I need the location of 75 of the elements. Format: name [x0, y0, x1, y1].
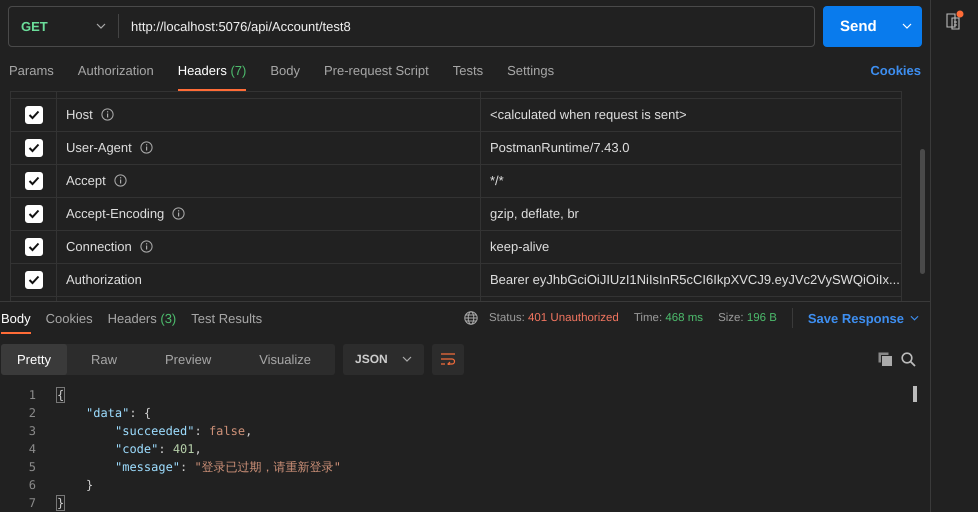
header-key: User-Agent	[66, 140, 132, 155]
header-checkbox[interactable]	[24, 172, 42, 190]
line-number: 2	[28, 406, 36, 420]
line-number: 6	[28, 478, 36, 492]
line-number: 1	[28, 388, 36, 402]
header-key: Accept	[66, 173, 106, 188]
scrollbar[interactable]	[920, 148, 925, 274]
check-icon	[28, 142, 40, 152]
header-key: Host	[66, 107, 93, 122]
code-line: "message": "登录已过期，请重新登录"	[115, 458, 341, 476]
header-value: */*	[490, 173, 504, 188]
request-tab[interactable]: Pre-request Script	[324, 50, 429, 90]
check-icon	[28, 208, 40, 218]
code-line: }	[57, 496, 64, 510]
search-icon[interactable]	[901, 352, 916, 367]
line-number: 4	[28, 442, 36, 456]
chevron-down-icon	[902, 23, 912, 30]
method-dropdown[interactable]: GET	[9, 14, 119, 38]
format-dropdown[interactable]: JSON	[343, 344, 424, 375]
response-tab[interactable]: Cookies	[46, 302, 93, 334]
header-key: Authorization	[66, 272, 142, 287]
chevron-down-icon	[910, 315, 919, 322]
response-tab[interactable]: Body	[1, 302, 31, 334]
request-tab[interactable]: Settings	[507, 50, 554, 90]
header-value: <calculated when request is sent>	[490, 107, 687, 122]
header-key: Connection	[66, 239, 132, 254]
wrap-lines-button[interactable]	[432, 344, 464, 375]
wrap-lines-icon	[440, 353, 456, 366]
header-key: Accept-Encoding	[66, 206, 164, 221]
chevron-down-icon	[96, 23, 106, 30]
header-checkbox[interactable]	[24, 204, 42, 222]
header-value: PostmanRuntime/7.43.0	[490, 140, 630, 155]
request-tab[interactable]: Authorization	[78, 50, 154, 90]
cookies-link[interactable]: Cookies	[870, 50, 921, 90]
url-field[interactable]: GET http://localhost:5076/api/Account/test8	[8, 6, 815, 47]
check-icon	[28, 110, 40, 120]
header-value: gzip, deflate, br	[490, 206, 579, 221]
header-checkbox[interactable]	[24, 238, 42, 256]
check-icon	[28, 242, 40, 252]
request-tab[interactable]: Body	[270, 50, 300, 90]
header-checkbox[interactable]	[24, 106, 42, 124]
save-response-button[interactable]: Save Response	[808, 310, 919, 326]
header-checkbox[interactable]	[24, 138, 42, 156]
header-checkbox[interactable]	[24, 270, 42, 288]
response-meta: Size: 196 B	[718, 312, 777, 324]
copy-icon[interactable]	[878, 352, 893, 367]
code-line: "succeeded": false,	[115, 424, 252, 438]
documents-icon[interactable]	[944, 10, 966, 32]
header-value: keep-alive	[490, 239, 550, 254]
check-icon	[28, 274, 40, 284]
response-tab[interactable]: Headers (3)	[108, 302, 176, 334]
globe-icon	[464, 311, 478, 326]
code-line: "data": {	[86, 406, 152, 420]
request-tab[interactable]: Params	[9, 50, 54, 90]
request-tab[interactable]: Headers (7)	[178, 50, 246, 90]
request-tab[interactable]: Tests	[452, 50, 484, 90]
scrollbar[interactable]	[913, 386, 917, 402]
view-mode-tab[interactable]: Pretty	[1, 344, 67, 375]
response-meta: Status: 401 Unauthorized	[489, 312, 619, 324]
view-mode-tab[interactable]: Visualize	[235, 344, 336, 375]
line-number: 7	[28, 496, 36, 510]
code-line: {	[57, 388, 64, 402]
line-number: 3	[28, 424, 36, 438]
code-line: "code": 401,	[115, 442, 202, 456]
send-button[interactable]: Send	[823, 6, 922, 47]
chevron-down-icon	[402, 356, 412, 362]
view-mode-tab[interactable]: Raw	[66, 344, 141, 375]
line-number: 5	[28, 460, 36, 474]
view-mode-tab[interactable]: Preview	[140, 344, 236, 375]
check-icon	[28, 176, 40, 186]
response-meta: Time: 468 ms	[634, 312, 704, 324]
response-tab[interactable]: Test Results	[191, 302, 262, 334]
code-line: }	[86, 478, 94, 492]
header-value: Bearer eyJhbGciOiJIUzI1NiIsInR5cCI6IkpXVCJ9.eyJVc2VySWQiOiIx...	[490, 272, 900, 287]
url-text: http://localhost:5076/api/Account/test8	[130, 18, 351, 34]
